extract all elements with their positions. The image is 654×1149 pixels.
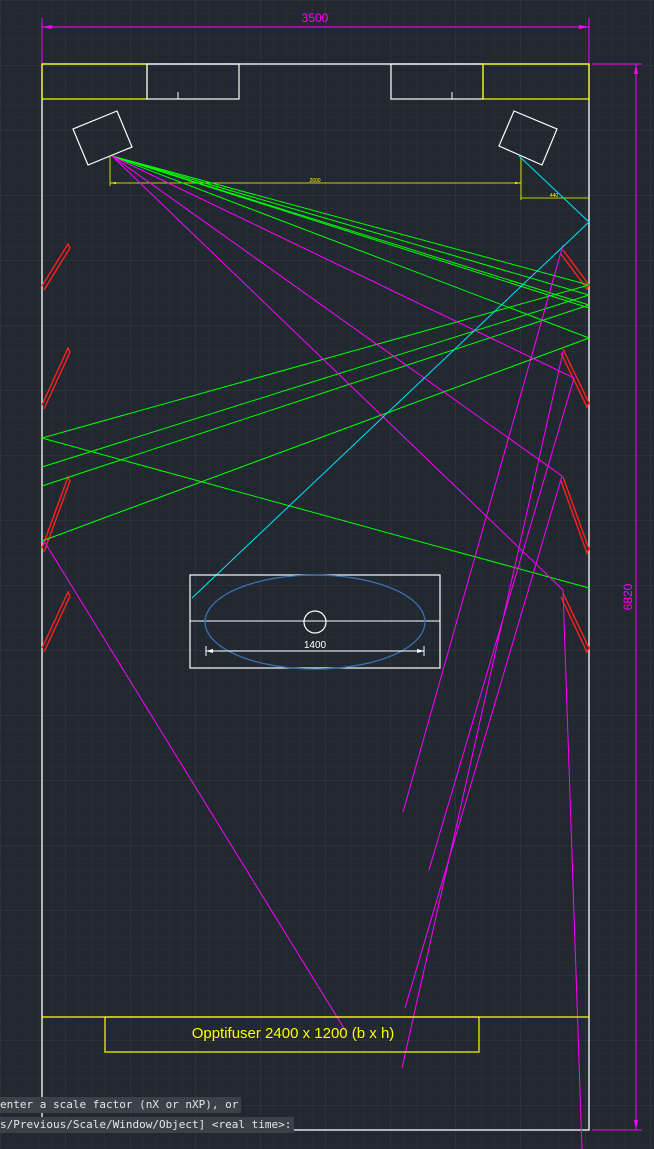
listening-width-label: 1400 — [304, 640, 327, 651]
speaker-spacing-label: 2600 — [309, 178, 320, 184]
width-dimension-label: 3500 — [302, 11, 329, 25]
diffuser-label: Opptifuser 2400 x 1200 (b x h) — [192, 1025, 395, 1042]
height-dimension-label: 6820 — [621, 583, 635, 610]
command-prompt-line-1: enter a scale factor (nX or nXP), or — [0, 1097, 242, 1113]
side-offset-label: 440 — [550, 193, 559, 199]
cad-canvas[interactable]: 3500 6820 2600 440 1400 Opptifuser 2400 … — [0, 0, 654, 1149]
command-prompt-line-2[interactable]: s/Previous/Scale/Window/Object] <real ti… — [0, 1117, 295, 1133]
